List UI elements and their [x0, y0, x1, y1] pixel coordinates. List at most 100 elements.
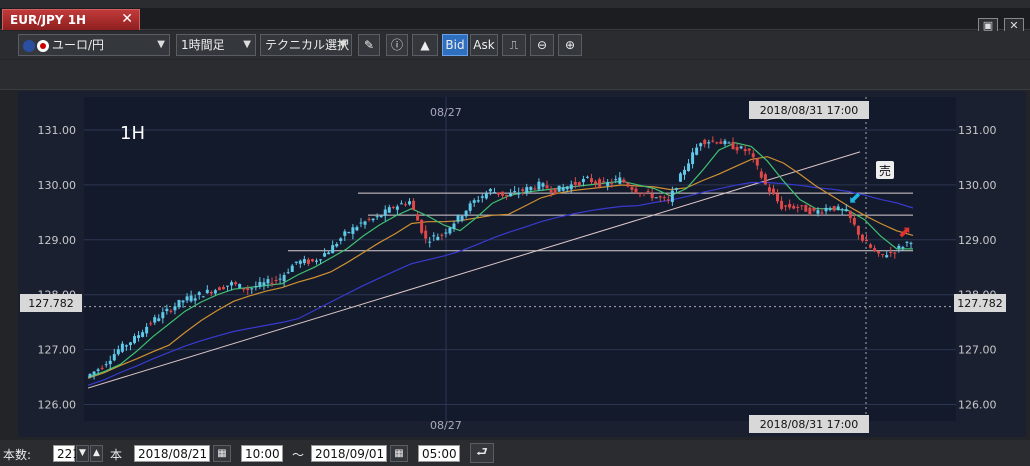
candle-body: [788, 204, 792, 208]
to-date-input[interactable]: 2018/09/01: [311, 445, 387, 462]
symbol-select[interactable]: ユーロ/円 ▼: [18, 34, 170, 56]
chart-type-icon[interactable]: ⎍: [502, 34, 526, 56]
candle-body: [565, 186, 569, 190]
pen-icon[interactable]: ✎: [358, 34, 380, 56]
technical-select[interactable]: テクニカル選択 ▼: [260, 34, 352, 56]
y-tick-label-right: 129.00: [958, 234, 997, 247]
candle-body: [221, 287, 225, 290]
candle-body: [634, 188, 638, 193]
candle-body: [319, 259, 323, 261]
candle-body: [157, 318, 161, 321]
from-time-input[interactable]: 10:00: [241, 445, 283, 462]
candle-body: [262, 282, 266, 286]
candle-body: [476, 200, 480, 202]
candle-body: [622, 179, 626, 183]
candle-body: [885, 255, 889, 258]
candle-body: [258, 282, 262, 287]
main-toolbar: ユーロ/円 ▼ 1時間足 ▼ テクニカル選択 ▼ ✎ ⓘ ▲ Bid Ask ⎍…: [0, 31, 1030, 59]
candle-body: [759, 171, 763, 178]
candle-body: [294, 261, 298, 263]
candle-body: [598, 179, 602, 187]
candle-body: [812, 207, 816, 211]
candle-body: [541, 183, 545, 187]
candle-body: [331, 245, 335, 254]
candle-body: [496, 192, 500, 195]
bid-button[interactable]: Bid: [442, 34, 468, 56]
candle-body: [92, 371, 96, 375]
candle-body: [440, 234, 444, 236]
ask-button[interactable]: Ask: [470, 34, 498, 56]
candle-body: [824, 207, 828, 212]
info-icon[interactable]: ⓘ: [386, 34, 408, 56]
candle-body: [177, 299, 181, 308]
candle-body: [185, 296, 189, 301]
price-chart[interactable]: 131.00130.00129.00128.00127.00126.00 131…: [18, 91, 1026, 437]
candle-body: [800, 205, 804, 207]
y-tick-label-right: 126.00: [958, 399, 997, 412]
candle-body: [840, 209, 844, 211]
candle-body: [205, 289, 209, 294]
candle-body: [755, 158, 759, 166]
sell-arrow-icon: ⬋: [848, 188, 861, 207]
candle-body: [484, 193, 488, 199]
candle-body: [832, 206, 836, 211]
count-down-icon[interactable]: ▼: [76, 445, 89, 462]
candle-body: [286, 272, 290, 274]
candle-body: [464, 210, 468, 217]
candle-body: [549, 190, 553, 193]
candle-body: [302, 259, 306, 264]
from-date-input[interactable]: 2018/08/21: [134, 445, 210, 462]
calendar-icon[interactable]: ▦: [390, 445, 408, 462]
count-unit: 本: [110, 448, 123, 462]
candle-body: [100, 367, 104, 369]
y-tick-label-left: 126.00: [38, 399, 77, 412]
candle-body: [173, 306, 177, 311]
candle-body: [165, 308, 169, 312]
candle-body: [137, 335, 141, 338]
candle-body: [687, 163, 691, 172]
candle-body: [792, 206, 796, 209]
candle-body: [739, 146, 743, 149]
date-label-top: 08/27: [430, 106, 462, 119]
candle-body: [387, 207, 391, 213]
candle-body: [197, 292, 201, 296]
candle-body: [513, 191, 517, 193]
candle-body: [877, 251, 881, 254]
sell-signal-label: 売: [879, 163, 891, 178]
candle-body: [743, 149, 747, 152]
candle-body: [828, 208, 832, 210]
candle-body: [492, 192, 496, 194]
count-input[interactable]: 221: [53, 445, 80, 462]
chart-area[interactable]: 131.00130.00129.00128.00127.00126.00 131…: [18, 91, 1026, 437]
candle-body: [852, 218, 856, 225]
candle-body: [161, 312, 165, 319]
zoom-out-icon[interactable]: ⊖: [530, 34, 554, 56]
close-icon[interactable]: ✕: [121, 11, 133, 27]
range-tilde: ～: [292, 448, 305, 462]
candle-body: [585, 176, 589, 178]
candle-body: [488, 189, 492, 192]
candle-body: [569, 184, 573, 190]
area-chart-icon[interactable]: ▲: [412, 34, 438, 56]
cursor-time-top: 2018/08/31 17:00: [760, 104, 859, 117]
zoom-in-icon[interactable]: ⊕: [558, 34, 582, 56]
candle-body: [359, 222, 363, 224]
candle-body: [456, 214, 460, 222]
candle-body: [767, 187, 771, 192]
to-time-input[interactable]: 05:00: [418, 445, 460, 462]
calendar-icon[interactable]: ▦: [213, 445, 231, 462]
candle-body: [614, 179, 618, 181]
candle-body: [335, 243, 339, 247]
candle-body: [711, 140, 715, 142]
candle-body: [683, 169, 687, 175]
count-up-icon[interactable]: ▲: [90, 445, 103, 462]
candle-body: [557, 185, 561, 192]
candle-body: [869, 244, 873, 248]
tab-eurjpy-1h[interactable]: EUR/JPY 1H ✕: [2, 9, 140, 30]
period-label: 1H: [120, 123, 145, 144]
candle-body: [606, 182, 610, 186]
timeframe-select[interactable]: 1時間足 ▼: [176, 34, 256, 56]
candle-body: [638, 193, 642, 195]
refresh-icon[interactable]: ⮐: [470, 443, 494, 463]
candle-body: [355, 227, 359, 231]
